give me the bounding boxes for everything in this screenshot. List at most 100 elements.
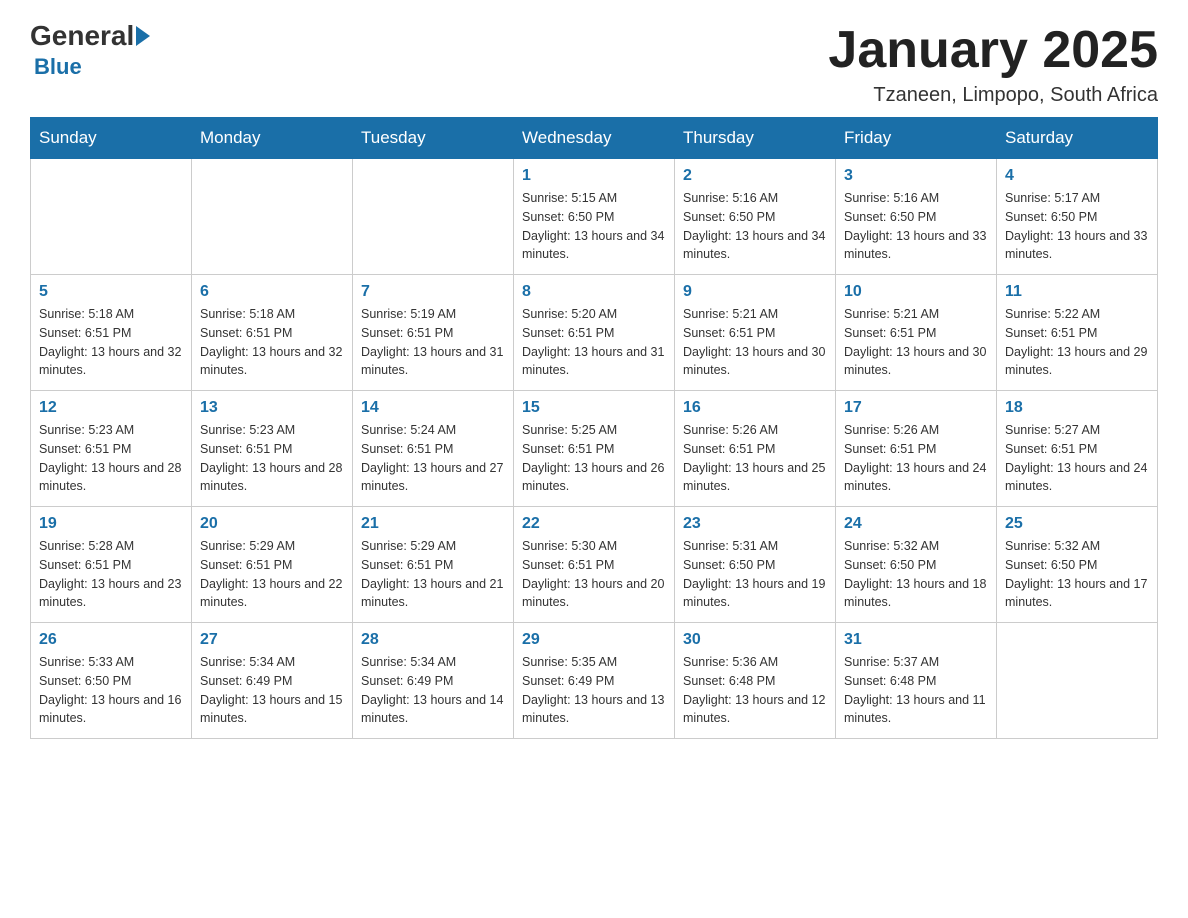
- calendar-cell-w4-d1: 19Sunrise: 5:28 AM Sunset: 6:51 PM Dayli…: [31, 507, 192, 623]
- header-sunday: Sunday: [31, 118, 192, 159]
- calendar-cell-w2-d7: 11 Sunrise: 5:22 AM Sunset: 6:51 PM Dayli…: [997, 275, 1158, 391]
- calendar-cell-w3-d4: 15 Sunrise: 5:25 AM Sunset: 6:51 PM Dayli…: [514, 391, 675, 507]
- day-number: 22: [522, 515, 666, 533]
- day-number: 23: [683, 515, 827, 533]
- day-number: 28: [361, 631, 505, 649]
- day-number: 15: [522, 399, 666, 417]
- calendar-cell-w1-d1: [31, 159, 192, 275]
- calendar-cell-w4-d7: 25 Sunrise: 5:32 AM Sunset: 6:50 PM Dayli…: [997, 507, 1158, 623]
- calendar-cell-w2-d5: 9 Sunrise: 5:21 AM Sunset: 6:51 PM Daylig…: [675, 275, 836, 391]
- day-info: Sunrise: 5:18 AM Sunset: 6:51 PM Dayligh…: [200, 305, 344, 380]
- day-number: 2: [683, 167, 827, 185]
- day-number: 24: [844, 515, 988, 533]
- day-info: Sunrise: 5:21 AM Sunset: 6:51 PM Dayligh…: [844, 305, 988, 380]
- day-info: Sunrise: 5:25 AM Sunset: 6:51 PM Dayligh…: [522, 421, 666, 496]
- calendar-week-4: 19Sunrise: 5:28 AM Sunset: 6:51 PM Dayli…: [31, 507, 1158, 623]
- logo-general-text: General: [30, 20, 134, 52]
- calendar-cell-w5-d2: 27 Sunrise: 5:34 AM Sunset: 6:49 PM Dayli…: [192, 623, 353, 739]
- day-info: Sunrise: 5:16 AM Sunset: 6:50 PM Dayligh…: [683, 189, 827, 264]
- calendar-table: Sunday Monday Tuesday Wednesday Thursday…: [30, 117, 1158, 739]
- day-number: 19: [39, 515, 183, 533]
- day-number: 29: [522, 631, 666, 649]
- calendar-cell-w2-d1: 5 Sunrise: 5:18 AM Sunset: 6:51 PM Daylig…: [31, 275, 192, 391]
- calendar-cell-w4-d5: 23 Sunrise: 5:31 AM Sunset: 6:50 PM Dayli…: [675, 507, 836, 623]
- calendar-cell-w4-d6: 24Sunrise: 5:32 AM Sunset: 6:50 PM Dayli…: [836, 507, 997, 623]
- day-number: 5: [39, 283, 183, 301]
- day-info: Sunrise: 5:36 AM Sunset: 6:48 PM Dayligh…: [683, 653, 827, 728]
- day-info: Sunrise: 5:33 AM Sunset: 6:50 PM Dayligh…: [39, 653, 183, 728]
- day-info: Sunrise: 5:22 AM Sunset: 6:51 PM Dayligh…: [1005, 305, 1149, 380]
- header-tuesday: Tuesday: [353, 118, 514, 159]
- day-number: 9: [683, 283, 827, 301]
- calendar-cell-w4-d4: 22 Sunrise: 5:30 AM Sunset: 6:51 PM Dayli…: [514, 507, 675, 623]
- day-number: 11: [1005, 283, 1149, 301]
- day-number: 20: [200, 515, 344, 533]
- day-info: Sunrise: 5:16 AM Sunset: 6:50 PM Dayligh…: [844, 189, 988, 264]
- day-number: 4: [1005, 167, 1149, 185]
- day-number: 18: [1005, 399, 1149, 417]
- day-info: Sunrise: 5:32 AM Sunset: 6:50 PM Dayligh…: [1005, 537, 1149, 612]
- calendar-cell-w2-d6: 10 Sunrise: 5:21 AM Sunset: 6:51 PM Dayli…: [836, 275, 997, 391]
- logo: General Blue: [30, 20, 152, 80]
- calendar-cell-w5-d3: 28 Sunrise: 5:34 AM Sunset: 6:49 PM Dayli…: [353, 623, 514, 739]
- day-number: 31: [844, 631, 988, 649]
- logo-arrow-icon: [136, 26, 150, 46]
- calendar-header-row: Sunday Monday Tuesday Wednesday Thursday…: [31, 118, 1158, 159]
- calendar-cell-w5-d1: 26Sunrise: 5:33 AM Sunset: 6:50 PM Dayli…: [31, 623, 192, 739]
- day-info: Sunrise: 5:17 AM Sunset: 6:50 PM Dayligh…: [1005, 189, 1149, 264]
- calendar-cell-w1-d7: 4 Sunrise: 5:17 AM Sunset: 6:50 PM Daylig…: [997, 159, 1158, 275]
- day-number: 3: [844, 167, 988, 185]
- day-info: Sunrise: 5:18 AM Sunset: 6:51 PM Dayligh…: [39, 305, 183, 380]
- calendar-cell-w3-d3: 14Sunrise: 5:24 AM Sunset: 6:51 PM Dayli…: [353, 391, 514, 507]
- day-number: 14: [361, 399, 505, 417]
- day-number: 27: [200, 631, 344, 649]
- day-info: Sunrise: 5:15 AM Sunset: 6:50 PM Dayligh…: [522, 189, 666, 264]
- day-info: Sunrise: 5:34 AM Sunset: 6:49 PM Dayligh…: [200, 653, 344, 728]
- day-info: Sunrise: 5:29 AM Sunset: 6:51 PM Dayligh…: [361, 537, 505, 612]
- day-info: Sunrise: 5:29 AM Sunset: 6:51 PM Dayligh…: [200, 537, 344, 612]
- day-number: 21: [361, 515, 505, 533]
- day-number: 1: [522, 167, 666, 185]
- calendar-cell-w2-d4: 8Sunrise: 5:20 AM Sunset: 6:51 PM Daylig…: [514, 275, 675, 391]
- day-number: 13: [200, 399, 344, 417]
- day-info: Sunrise: 5:34 AM Sunset: 6:49 PM Dayligh…: [361, 653, 505, 728]
- calendar-cell-w5-d4: 29 Sunrise: 5:35 AM Sunset: 6:49 PM Dayli…: [514, 623, 675, 739]
- calendar-cell-w3-d6: 17 Sunrise: 5:26 AM Sunset: 6:51 PM Dayli…: [836, 391, 997, 507]
- header-monday: Monday: [192, 118, 353, 159]
- day-info: Sunrise: 5:37 AM Sunset: 6:48 PM Dayligh…: [844, 653, 988, 728]
- day-number: 8: [522, 283, 666, 301]
- day-info: Sunrise: 5:21 AM Sunset: 6:51 PM Dayligh…: [683, 305, 827, 380]
- calendar-cell-w3-d2: 13Sunrise: 5:23 AM Sunset: 6:51 PM Dayli…: [192, 391, 353, 507]
- day-number: 30: [683, 631, 827, 649]
- calendar-cell-w1-d3: [353, 159, 514, 275]
- calendar-cell-w1-d5: 2 Sunrise: 5:16 AM Sunset: 6:50 PM Daylig…: [675, 159, 836, 275]
- calendar-cell-w2-d3: 7Sunrise: 5:19 AM Sunset: 6:51 PM Daylig…: [353, 275, 514, 391]
- day-info: Sunrise: 5:30 AM Sunset: 6:51 PM Dayligh…: [522, 537, 666, 612]
- calendar-cell-w4-d3: 21 Sunrise: 5:29 AM Sunset: 6:51 PM Dayli…: [353, 507, 514, 623]
- header-thursday: Thursday: [675, 118, 836, 159]
- header-wednesday: Wednesday: [514, 118, 675, 159]
- day-info: Sunrise: 5:26 AM Sunset: 6:51 PM Dayligh…: [844, 421, 988, 496]
- calendar-week-1: 1 Sunrise: 5:15 AM Sunset: 6:50 PM Daylig…: [31, 159, 1158, 275]
- page-header: General Blue January 2025 Tzaneen, Limpo…: [30, 20, 1158, 107]
- calendar-cell-w3-d7: 18 Sunrise: 5:27 AM Sunset: 6:51 PM Dayli…: [997, 391, 1158, 507]
- header-saturday: Saturday: [997, 118, 1158, 159]
- calendar-cell-w3-d5: 16Sunrise: 5:26 AM Sunset: 6:51 PM Dayli…: [675, 391, 836, 507]
- calendar-cell-w2-d2: 6Sunrise: 5:18 AM Sunset: 6:51 PM Daylig…: [192, 275, 353, 391]
- calendar-cell-w5-d6: 31 Sunrise: 5:37 AM Sunset: 6:48 PM Dayli…: [836, 623, 997, 739]
- day-info: Sunrise: 5:31 AM Sunset: 6:50 PM Dayligh…: [683, 537, 827, 612]
- title-section: January 2025 Tzaneen, Limpopo, South Afr…: [828, 20, 1158, 107]
- day-info: Sunrise: 5:19 AM Sunset: 6:51 PM Dayligh…: [361, 305, 505, 380]
- calendar-cell-w1-d4: 1 Sunrise: 5:15 AM Sunset: 6:50 PM Daylig…: [514, 159, 675, 275]
- day-number: 25: [1005, 515, 1149, 533]
- month-year-title: January 2025: [828, 20, 1158, 80]
- calendar-cell-w5-d5: 30 Sunrise: 5:36 AM Sunset: 6:48 PM Dayli…: [675, 623, 836, 739]
- day-number: 17: [844, 399, 988, 417]
- day-info: Sunrise: 5:23 AM Sunset: 6:51 PM Dayligh…: [39, 421, 183, 496]
- calendar-cell-w4-d2: 20 Sunrise: 5:29 AM Sunset: 6:51 PM Dayli…: [192, 507, 353, 623]
- calendar-week-2: 5 Sunrise: 5:18 AM Sunset: 6:51 PM Daylig…: [31, 275, 1158, 391]
- day-info: Sunrise: 5:27 AM Sunset: 6:51 PM Dayligh…: [1005, 421, 1149, 496]
- day-number: 10: [844, 283, 988, 301]
- logo-blue-text: Blue: [34, 54, 82, 80]
- day-info: Sunrise: 5:35 AM Sunset: 6:49 PM Dayligh…: [522, 653, 666, 728]
